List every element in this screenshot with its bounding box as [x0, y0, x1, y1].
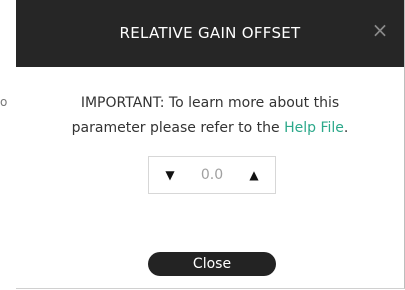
- background-text-fragment: o: [0, 95, 8, 109]
- dialog-titlebar: RELATIVE GAIN OFFSET ×: [16, 0, 404, 67]
- message-line-2-prefix: parameter please refer to the: [71, 120, 285, 136]
- close-button[interactable]: Close: [148, 252, 276, 276]
- message-line-2: parameter please refer to the Help File.: [16, 116, 404, 141]
- gain-offset-stepper: ▼ 0.0 ▲: [148, 156, 276, 194]
- relative-gain-offset-dialog: RELATIVE GAIN OFFSET × IMPORTANT: To lea…: [16, 0, 405, 289]
- increase-arrow-icon[interactable]: ▲: [236, 157, 272, 193]
- close-icon[interactable]: ×: [370, 20, 390, 40]
- help-file-link[interactable]: Help File: [284, 120, 344, 136]
- message-line-1: IMPORTANT: To learn more about this: [80, 95, 340, 111]
- message-line-2-suffix: .: [343, 120, 349, 136]
- dialog-message: IMPORTANT: To learn more about this para…: [16, 91, 404, 141]
- decrease-arrow-icon[interactable]: ▼: [152, 157, 188, 193]
- gain-offset-value[interactable]: 0.0: [185, 157, 239, 193]
- dialog-title: RELATIVE GAIN OFFSET: [119, 24, 301, 42]
